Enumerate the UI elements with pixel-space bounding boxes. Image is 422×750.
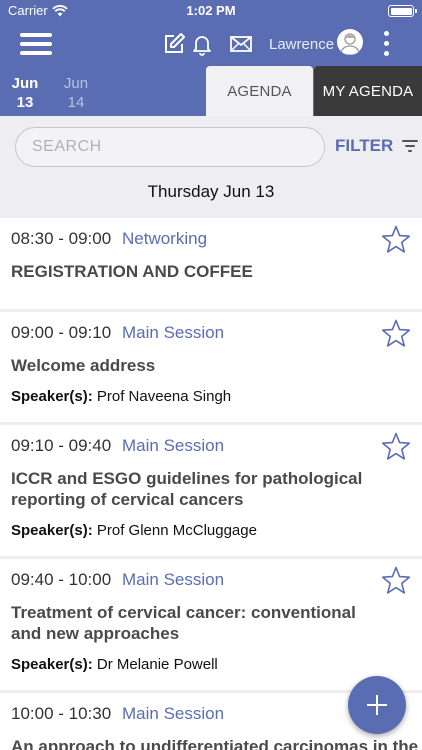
filter-label: FILTER bbox=[335, 136, 394, 155]
star-outline-icon[interactable] bbox=[380, 224, 412, 256]
add-button[interactable] bbox=[348, 676, 406, 734]
session-title: Welcome address bbox=[11, 356, 156, 375]
session-time: 08:30 - 09:00 bbox=[11, 229, 112, 248]
mail-icon[interactable] bbox=[229, 32, 253, 56]
session-card[interactable]: 08:30 - 09:00 Networking REGISTRATION AN… bbox=[0, 218, 422, 309]
session-card[interactable]: 09:00 - 09:10 Main Session Welcome addre… bbox=[0, 312, 422, 422]
session-title: REGISTRATION AND COFFEE bbox=[11, 262, 253, 281]
clock: 1:02 PM bbox=[186, 3, 236, 18]
hamburger-menu-icon[interactable] bbox=[20, 30, 52, 58]
session-speaker: Speaker(s): Prof Naveena Singh bbox=[11, 388, 231, 405]
day-heading: Thursday Jun 13 bbox=[147, 182, 275, 201]
session-time: 09:10 - 09:40 bbox=[11, 436, 112, 455]
session-speaker: Speaker(s): Prof Glenn McCluggage bbox=[11, 522, 257, 539]
day-month: Jun bbox=[11, 75, 39, 92]
bell-icon[interactable] bbox=[190, 32, 214, 56]
session-card[interactable]: 09:10 - 09:40 Main Session ICCR and ESGO… bbox=[0, 425, 422, 556]
user-name[interactable]: Lawrence bbox=[269, 36, 334, 53]
speaker-name: Prof Naveena Singh bbox=[96, 388, 232, 405]
day-number: 14 bbox=[67, 94, 85, 111]
session-time: 09:00 - 09:10 bbox=[11, 323, 112, 342]
session-track: Main Session bbox=[122, 436, 225, 455]
more-vertical-icon[interactable] bbox=[380, 30, 392, 58]
day-selector-jun-13[interactable]: Jun 13 bbox=[4, 74, 46, 112]
session-speaker: Speaker(s): Dr Melanie Powell bbox=[11, 656, 218, 673]
speaker-label: Speaker(s): bbox=[11, 656, 93, 673]
avatar-icon[interactable] bbox=[337, 29, 363, 55]
session-card[interactable]: 09:40 - 10:00 Main Session Treatment of … bbox=[0, 559, 422, 690]
speaker-name: Prof Glenn McCluggage bbox=[96, 522, 257, 539]
tab-my-agenda[interactable]: MY AGENDA bbox=[314, 66, 422, 116]
day-selector-jun-14[interactable]: Jun 14 bbox=[55, 74, 97, 112]
date-tab-bar: Jun 13 Jun 14 AGENDA MY AGENDA bbox=[0, 66, 422, 116]
star-outline-icon[interactable] bbox=[380, 318, 412, 350]
session-track: Main Session bbox=[122, 570, 225, 589]
session-title: ICCR and ESGO guidelines for pathologica… bbox=[11, 469, 363, 509]
session-track: Networking bbox=[122, 229, 208, 248]
nav-bar: Lawrence bbox=[0, 22, 422, 66]
speaker-label: Speaker(s): bbox=[11, 522, 93, 539]
search-input[interactable]: SEARCH bbox=[15, 127, 325, 167]
session-title: An approach to undifferentiated carcinom… bbox=[11, 737, 419, 750]
tab-agenda[interactable]: AGENDA bbox=[206, 66, 313, 116]
session-track: Main Session bbox=[122, 704, 225, 723]
speaker-label: Speaker(s): bbox=[11, 388, 93, 405]
filter-button[interactable]: FILTER bbox=[335, 136, 419, 156]
status-bar: Carrier 1:02 PM bbox=[0, 0, 422, 22]
day-month: Jun bbox=[63, 75, 89, 92]
filter-icon bbox=[402, 139, 419, 153]
speaker-name: Dr Melanie Powell bbox=[96, 656, 218, 673]
search-row: SEARCH FILTER bbox=[0, 116, 422, 180]
session-title: Treatment of cervical cancer: convention… bbox=[11, 603, 356, 643]
session-time: 09:40 - 10:00 bbox=[11, 570, 112, 589]
day-number: 13 bbox=[16, 94, 34, 111]
star-outline-icon[interactable] bbox=[380, 565, 412, 597]
compose-icon[interactable] bbox=[162, 32, 186, 56]
session-time: 10:00 - 10:30 bbox=[11, 704, 112, 723]
battery-icon bbox=[388, 5, 417, 17]
session-track: Main Session bbox=[122, 323, 225, 342]
star-outline-icon[interactable] bbox=[380, 431, 412, 463]
app-root: Carrier 1:02 PM Lawrence Jun 13 Jun 14 A… bbox=[0, 0, 422, 750]
